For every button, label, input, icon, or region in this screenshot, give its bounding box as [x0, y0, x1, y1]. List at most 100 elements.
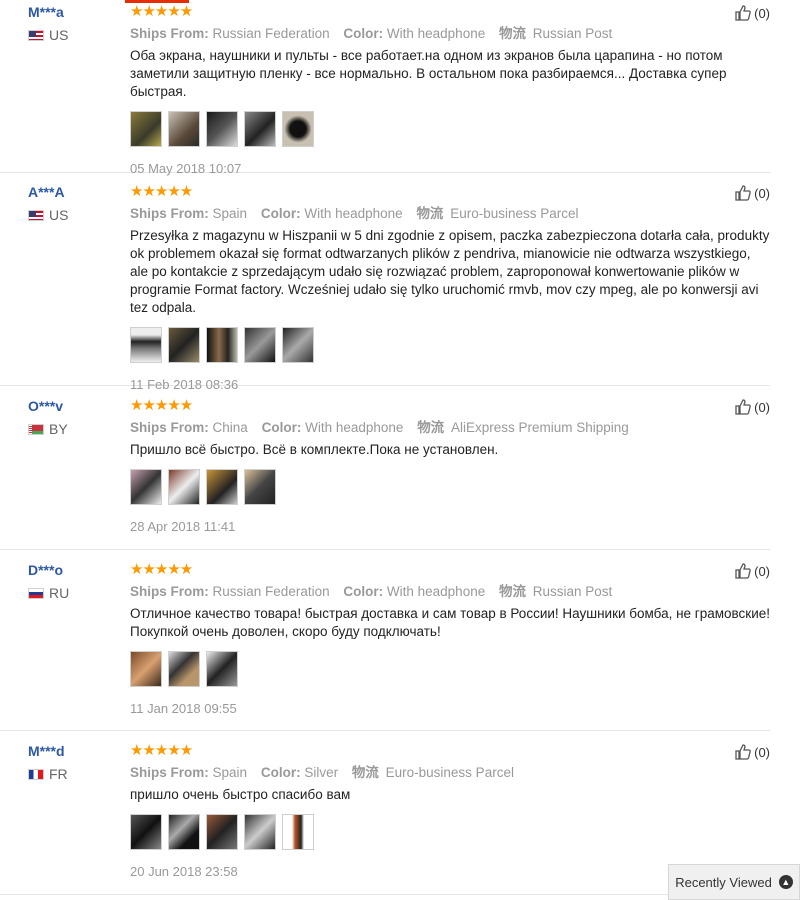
- review-meta: Ships From: China Color: With headphone …: [130, 419, 770, 437]
- review-photo-thumbnail[interactable]: [168, 469, 200, 505]
- review-text: Пришло всё быстро. Всё в комплекте.Пока …: [130, 442, 499, 457]
- review-photo-thumbnail[interactable]: [206, 814, 238, 850]
- review-meta: Ships From: Russian Federation Color: Wi…: [130, 583, 770, 601]
- star-rating: ★★★★★: [130, 561, 193, 578]
- star-rating: ★★★★★: [130, 183, 193, 200]
- helpful-button[interactable]: (0): [734, 743, 770, 761]
- logistics-value: AliExpress Premium Shipping: [450, 420, 629, 435]
- review-photo-thumbnail[interactable]: [206, 469, 238, 505]
- reviewer-country: FR: [28, 766, 123, 782]
- color-label: Color:: [343, 584, 384, 599]
- review-photo-thumbnail[interactable]: [282, 327, 314, 363]
- ships-from-label: Ships From:: [130, 584, 209, 599]
- reviewer-name[interactable]: M***d: [28, 743, 123, 759]
- review-photo-thumbnail[interactable]: [244, 814, 276, 850]
- helpful-count: (0): [754, 5, 770, 21]
- review-item: O***v BY ★★★★★ Ships From: China Color: …: [0, 394, 770, 550]
- reviewer-name[interactable]: D***o: [28, 562, 123, 578]
- logistics-value: Euro-business Parcel: [450, 206, 579, 221]
- reviewer-info: D***o RU: [28, 562, 123, 601]
- review-photo-thumbnail[interactable]: [206, 651, 238, 687]
- recently-viewed-button[interactable]: Recently Viewed ▲: [668, 864, 800, 900]
- helpful-count: (0): [754, 399, 770, 415]
- review-photos: [130, 111, 770, 147]
- review-photo-thumbnail[interactable]: [130, 814, 162, 850]
- review-photo-thumbnail[interactable]: [130, 111, 162, 147]
- review-photo-thumbnail[interactable]: [168, 327, 200, 363]
- review-text: Оба экрана, наушники и пульты - все рабо…: [130, 48, 727, 99]
- color-label: Color:: [343, 26, 384, 41]
- logistics-label: 物流: [351, 765, 379, 780]
- review-photo-thumbnail[interactable]: [168, 651, 200, 687]
- logistics-value: Euro-business Parcel: [385, 765, 514, 780]
- review-photo-thumbnail[interactable]: [244, 111, 276, 147]
- reviewer-country: RU: [28, 585, 123, 601]
- helpful-button[interactable]: (0): [734, 4, 770, 22]
- us-flag-icon: [28, 29, 44, 41]
- logistics-value: Russian Post: [532, 26, 613, 41]
- review-item: A***A US ★★★★★ Ships From: Spain Color: …: [0, 180, 770, 392]
- helpful-count: (0): [754, 744, 770, 760]
- review-photo-thumbnail[interactable]: [244, 469, 276, 505]
- star-rating: ★★★★★: [130, 397, 193, 414]
- reviewer-name[interactable]: A***A: [28, 184, 123, 200]
- review-meta: Ships From: Spain Color: With headphone …: [130, 205, 770, 223]
- review-photos: [130, 327, 770, 363]
- review-date: 11 Jan 2018 09:55: [130, 701, 237, 716]
- reviewer-country: US: [28, 27, 123, 43]
- review-photo-thumbnail[interactable]: [130, 651, 162, 687]
- chevron-up-icon: ▲: [778, 875, 793, 889]
- review-photo-thumbnail[interactable]: [130, 327, 162, 363]
- review-photo-thumbnail[interactable]: [282, 814, 314, 850]
- review-date: 28 Apr 2018 11:41: [130, 519, 236, 534]
- thumbs-up-icon: [735, 563, 751, 579]
- thumbs-up-icon: [735, 399, 751, 415]
- logistics-label: 物流: [417, 420, 445, 435]
- color-value: Silver: [304, 765, 339, 780]
- review-item: M***d FR ★★★★★ Ships From: Spain Color: …: [0, 739, 770, 895]
- review-content: ★★★★★ Ships From: China Color: With head…: [130, 398, 770, 534]
- recently-viewed-label: Recently Viewed: [675, 874, 772, 890]
- review-photo-thumbnail[interactable]: [168, 111, 200, 147]
- review-photo-thumbnail[interactable]: [282, 111, 314, 147]
- review-date: 05 May 2018 10:07: [130, 161, 242, 176]
- review-content: ★★★★★ Ships From: Russian Federation Col…: [130, 562, 770, 716]
- ships-from-value: Spain: [212, 206, 248, 221]
- thumbs-up-icon: [735, 5, 751, 21]
- us-flag-icon: [28, 209, 44, 221]
- review-date: 11 Feb 2018 08:36: [130, 377, 239, 392]
- helpful-button[interactable]: (0): [734, 184, 770, 202]
- review-item: M***a US ★★★★★ Ships From: Russian Feder…: [0, 0, 770, 176]
- reviewer-name[interactable]: M***a: [28, 4, 123, 20]
- ships-from-value: Russian Federation: [212, 26, 330, 41]
- ships-from-value: Russian Federation: [212, 584, 330, 599]
- ships-from-value: China: [212, 420, 248, 435]
- review-photo-thumbnail[interactable]: [206, 327, 238, 363]
- helpful-count: (0): [754, 185, 770, 201]
- review-text: пришло очень быстро спасибо вам: [130, 787, 351, 802]
- color-value: With headphone: [304, 206, 403, 221]
- reviewer-info: A***A US: [28, 184, 123, 223]
- review-photos: [130, 814, 770, 850]
- ships-from-label: Ships From:: [130, 26, 209, 41]
- review-photo-thumbnail[interactable]: [130, 469, 162, 505]
- star-rating: ★★★★★: [130, 3, 193, 20]
- country-code: US: [49, 207, 69, 223]
- logistics-label: 物流: [498, 26, 526, 41]
- helpful-button[interactable]: (0): [734, 562, 770, 580]
- by-flag-icon: [28, 423, 44, 435]
- ships-from-label: Ships From:: [130, 765, 209, 780]
- reviewer-country: BY: [28, 421, 123, 437]
- helpful-button[interactable]: (0): [734, 398, 770, 416]
- thumbs-up-icon: [735, 744, 751, 760]
- review-content: ★★★★★ Ships From: Russian Federation Col…: [130, 4, 770, 176]
- review-photo-thumbnail[interactable]: [206, 111, 238, 147]
- logistics-label: 物流: [498, 584, 526, 599]
- ships-from-label: Ships From:: [130, 206, 209, 221]
- ships-from-label: Ships From:: [130, 420, 209, 435]
- review-photo-thumbnail[interactable]: [168, 814, 200, 850]
- color-value: With headphone: [386, 584, 486, 599]
- star-rating: ★★★★★: [130, 742, 193, 759]
- review-photo-thumbnail[interactable]: [244, 327, 276, 363]
- reviewer-name[interactable]: O***v: [28, 398, 123, 414]
